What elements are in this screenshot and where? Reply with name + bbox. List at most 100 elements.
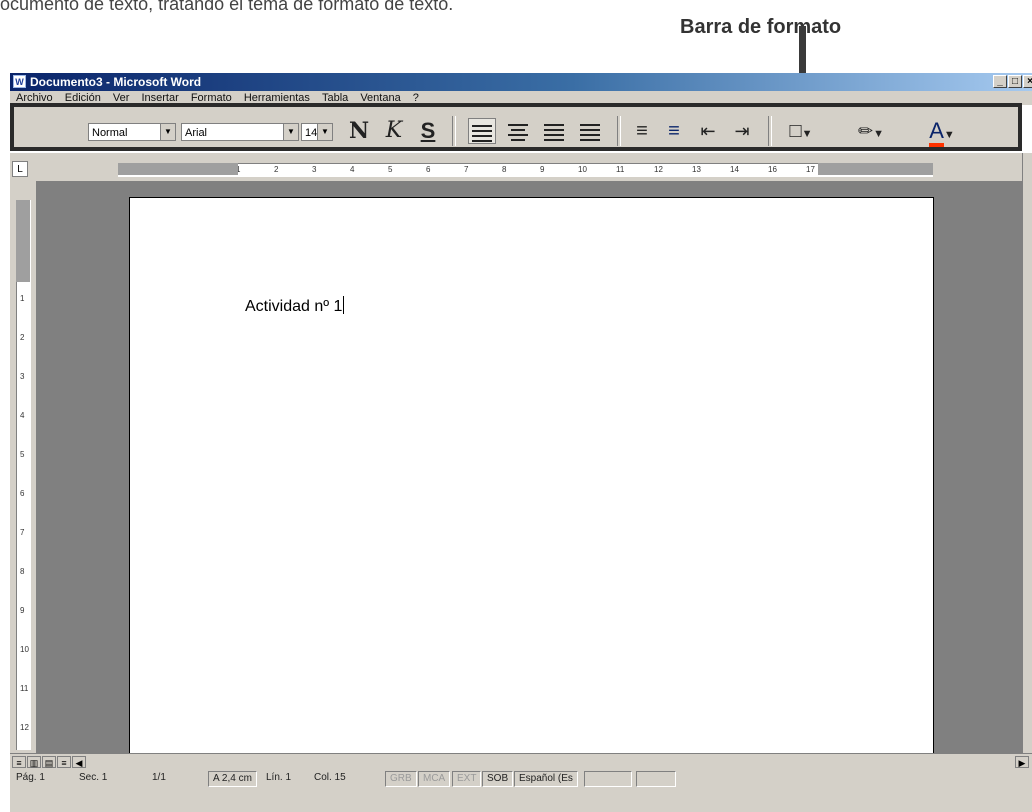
horizontal-scrollbar[interactable]: ≡ ▥ ▤ ≡ ◀ ▶ — [10, 753, 1032, 770]
align-right-button[interactable] — [540, 118, 568, 147]
chevron-down-icon[interactable]: ▼ — [317, 124, 332, 140]
ruler-tick-label: 4 — [350, 165, 355, 174]
align-center-button[interactable] — [504, 118, 532, 147]
style-value: Normal — [92, 127, 128, 139]
ruler-tick-label: 11 — [616, 165, 625, 174]
font-color-button[interactable]: A▼ — [916, 118, 968, 147]
increase-indent-icon: ⇥ — [734, 121, 750, 141]
toolbar-separator — [452, 116, 456, 146]
status-column: Col. 15 — [314, 772, 346, 783]
document-page[interactable] — [129, 197, 934, 757]
numbered-list-button[interactable]: ≡ — [628, 118, 656, 144]
ruler-tick-label: 1 — [20, 294, 25, 303]
ruler-tick-label: 12 — [20, 723, 29, 732]
highlight-icon: ✏ — [858, 121, 874, 141]
ruler-tick-label: 6 — [426, 165, 431, 174]
vertical-ruler[interactable]: 21123456789101112 — [16, 200, 31, 750]
ruler-tick-label: 8 — [502, 165, 507, 174]
borders-button[interactable]: □▼ — [778, 118, 824, 144]
ruler-tick-label: 14 — [730, 165, 739, 174]
chevron-down-icon[interactable]: ▼ — [283, 124, 298, 140]
chevron-down-icon[interactable]: ▼ — [160, 124, 175, 140]
status-position: A 2,4 cm — [208, 771, 257, 787]
ruler-tick-label: 9 — [20, 606, 25, 615]
status-grb[interactable]: GRB — [385, 771, 417, 787]
status-spelling[interactable] — [584, 771, 632, 787]
status-macro[interactable] — [636, 771, 676, 787]
chevron-down-icon[interactable]: ▼ — [802, 128, 813, 140]
intro-text: ocumento de texto, tratando el tema de f… — [0, 0, 454, 14]
status-language[interactable]: Español (Es — [514, 771, 578, 787]
ruler-tick-label: 8 — [20, 567, 25, 576]
style-select[interactable]: Normal ▼ — [88, 123, 176, 141]
status-section: Sec. 1 — [79, 772, 108, 783]
tab-selector[interactable]: L — [12, 161, 28, 177]
highlight-button[interactable]: ✏▼ — [848, 118, 894, 144]
ruler-tick-label: 6 — [20, 489, 25, 498]
horizontal-ruler[interactable]: 32112345678910111213141617 — [118, 163, 933, 177]
word-app-icon[interactable]: W — [13, 75, 26, 88]
chevron-down-icon[interactable]: ▼ — [873, 128, 884, 140]
bulleted-list-button[interactable]: ≡ — [660, 118, 688, 144]
ruler-tick-label: 2 — [274, 165, 279, 174]
ruler-tick-label: 3 — [312, 165, 317, 174]
font-color-icon: A — [929, 118, 944, 147]
ruler-tick-label: 2 — [20, 333, 25, 342]
ruler-tick-label: 17 — [806, 165, 815, 174]
vertical-scrollbar[interactable] — [1022, 153, 1032, 753]
font-value: Arial — [185, 127, 208, 139]
borders-icon: □ — [789, 120, 802, 142]
document-text[interactable]: Actividad nº 1 — [245, 296, 345, 316]
italic-button[interactable]: K — [380, 118, 408, 144]
bold-button[interactable]: N — [345, 118, 373, 144]
toolbar-separator — [617, 116, 621, 146]
text-caret — [343, 296, 345, 314]
annotation-label: Barra de formato — [680, 16, 842, 38]
minimize-button[interactable]: _ — [993, 75, 1007, 88]
vertical-ruler-margin — [16, 200, 30, 282]
ruler-tick-label: 13 — [692, 165, 701, 174]
ruler-tick-label: 10 — [578, 165, 587, 174]
print-view-button[interactable]: ▤ — [42, 756, 56, 768]
ruler-tick-label: 5 — [388, 165, 393, 174]
outline-view-button[interactable]: ≡ — [57, 756, 71, 768]
status-sob[interactable]: SOB — [482, 771, 514, 787]
title-bar: W Documento3 - Microsoft Word _ □ × — [10, 73, 1032, 91]
size-value: 14 — [305, 127, 318, 139]
status-mca[interactable]: MCA — [418, 771, 451, 787]
status-bar: Pág. 1 Sec. 1 1/1 A 2,4 cm Lín. 1 Col. 1… — [10, 769, 1032, 812]
status-line: Lín. 1 — [266, 772, 292, 783]
numbered-list-icon: ≡ — [636, 120, 648, 142]
ruler-tick-label: 4 — [20, 411, 25, 420]
close-button[interactable]: × — [1023, 75, 1032, 88]
size-select[interactable]: 14 ▼ — [301, 123, 333, 141]
ruler-tick-label: 5 — [20, 450, 25, 459]
document-text-content: Actividad nº 1 — [245, 298, 343, 315]
align-left-button[interactable] — [468, 118, 496, 144]
underline-button[interactable]: S — [414, 118, 442, 144]
chevron-down-icon[interactable]: ▼ — [944, 129, 955, 141]
bulleted-list-icon: ≡ — [668, 120, 680, 142]
web-view-button[interactable]: ▥ — [27, 756, 41, 768]
ruler-tick-label: 9 — [540, 165, 545, 174]
status-pages: 1/1 — [152, 772, 166, 783]
normal-view-button[interactable]: ≡ — [12, 756, 26, 768]
decrease-indent-button[interactable]: ⇤ — [694, 118, 722, 144]
increase-indent-button[interactable]: ⇥ — [728, 118, 756, 144]
scroll-left-button[interactable]: ◀ — [72, 756, 86, 768]
justify-button[interactable] — [576, 118, 604, 147]
status-page: Pág. 1 — [16, 772, 45, 783]
status-ext[interactable]: EXT — [452, 771, 482, 787]
ruler-tick-label: 3 — [20, 372, 25, 381]
ruler-left-margin — [118, 163, 238, 175]
ruler-right-margin — [818, 163, 933, 175]
scroll-right-button[interactable]: ▶ — [1015, 756, 1029, 768]
toolbar-separator — [768, 116, 772, 146]
font-select[interactable]: Arial ▼ — [181, 123, 299, 141]
decrease-indent-icon: ⇤ — [700, 121, 716, 141]
ruler-tick-label: 16 — [768, 165, 777, 174]
ruler-tick-label: 12 — [654, 165, 663, 174]
ruler-tick-label: 11 — [20, 684, 29, 693]
ruler-tick-label: 10 — [20, 645, 29, 654]
maximize-button[interactable]: □ — [1008, 75, 1022, 88]
